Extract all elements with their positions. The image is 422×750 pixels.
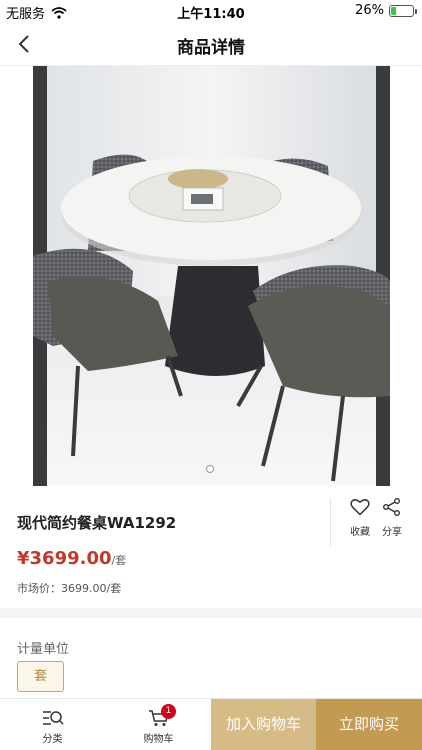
price-amount: ¥3699.00 xyxy=(17,548,112,569)
battery-level xyxy=(391,6,397,15)
cart-label: 购物车 xyxy=(143,734,174,745)
cart-tab[interactable]: 购物车 1 xyxy=(136,699,181,750)
share-icon xyxy=(383,498,400,516)
product-info: 现代简约餐桌WA1292 收藏 分享 ¥3699.00/套 市场价：3699.0… xyxy=(0,490,422,608)
navigation-bar: 商品详情 xyxy=(0,22,422,66)
carousel-indicator[interactable] xyxy=(206,465,214,473)
section-divider xyxy=(0,608,422,618)
battery-percent: 26% xyxy=(355,3,384,18)
market-price: 市场价：3699.00/套 xyxy=(17,582,122,595)
price: ¥3699.00/套 xyxy=(17,548,126,569)
product-image[interactable] xyxy=(33,66,390,486)
category-search-icon xyxy=(42,711,64,725)
page-title: 商品详情 xyxy=(177,38,245,58)
add-to-cart-button[interactable]: 加入购物车 xyxy=(211,699,316,750)
battery-icon xyxy=(389,4,417,17)
status-bar: 无服务 上午11:40 26% xyxy=(0,0,422,22)
share-label: 分享 xyxy=(382,527,402,538)
unit-option-selected[interactable]: 套 xyxy=(17,661,64,692)
heart-icon xyxy=(350,499,370,516)
category-label: 分类 xyxy=(42,734,63,745)
buy-now-button[interactable]: 立即购买 xyxy=(316,699,422,750)
divider xyxy=(330,498,331,546)
cart-count-badge: 1 xyxy=(161,704,176,719)
bottom-bar: 分类 购物车 1 加入购物车 立即购买 xyxy=(0,698,422,750)
unit-section: 计量单位 套 xyxy=(0,618,422,698)
unit-heading: 计量单位 xyxy=(17,642,70,657)
price-unit: /套 xyxy=(111,554,127,567)
product-name: 现代简约餐桌WA1292 xyxy=(17,514,177,532)
category-tab[interactable]: 分类 xyxy=(30,699,75,750)
share-button[interactable]: 分享 xyxy=(372,498,412,538)
